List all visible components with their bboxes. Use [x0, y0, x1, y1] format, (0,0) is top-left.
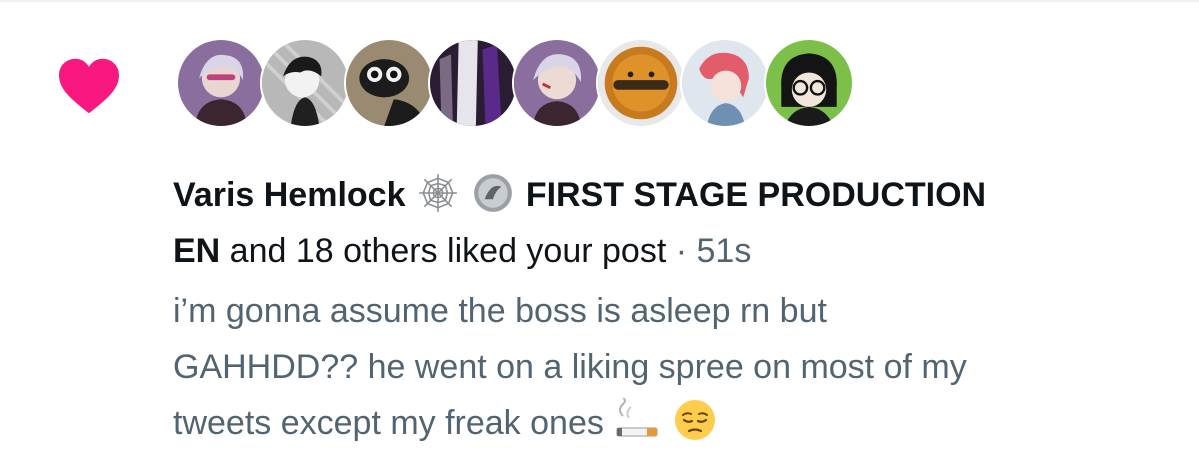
timestamp[interactable]: 51s — [697, 232, 752, 270]
avatar-6[interactable] — [596, 38, 686, 128]
top-divider — [0, 0, 1199, 2]
user-name-2[interactable]: FIRST STAGE PRODUCTION — [526, 176, 986, 214]
avatar-1[interactable] — [176, 38, 266, 128]
heart-icon — [59, 58, 119, 114]
separator-dot: · — [666, 232, 697, 270]
post-preview[interactable]: i’m gonna assume the boss is asleep rn b… — [173, 283, 1173, 451]
post-line-2: GAHHDD?? he went on a liking spree on mo… — [173, 348, 967, 386]
pensive-face-emoji — [674, 400, 715, 440]
cigarette-emoji — [616, 398, 658, 437]
user-name-2-cont[interactable]: EN — [173, 232, 220, 270]
avatar-4[interactable] — [428, 38, 518, 128]
avatar-5[interactable] — [512, 38, 602, 128]
post-line-1: i’m gonna assume the boss is asleep rn b… — [173, 292, 827, 330]
coin-badge-icon — [474, 174, 513, 212]
avatar-7[interactable] — [680, 38, 770, 128]
liked-summary: and 18 others liked your post — [220, 232, 667, 270]
spiderweb-icon — [419, 174, 457, 212]
post-line-3: tweets except my freak ones — [173, 395, 1173, 451]
post-line-3-text: tweets except my freak ones — [173, 404, 614, 442]
user-name-1[interactable]: Varis Hemlock — [173, 176, 405, 214]
avatar-8[interactable] — [764, 38, 854, 128]
notification-text: Varis Hemlock FIRST STAGE PRODUCTION EN … — [173, 167, 1173, 279]
avatar-2[interactable] — [260, 38, 350, 128]
avatar-3[interactable] — [344, 38, 434, 128]
